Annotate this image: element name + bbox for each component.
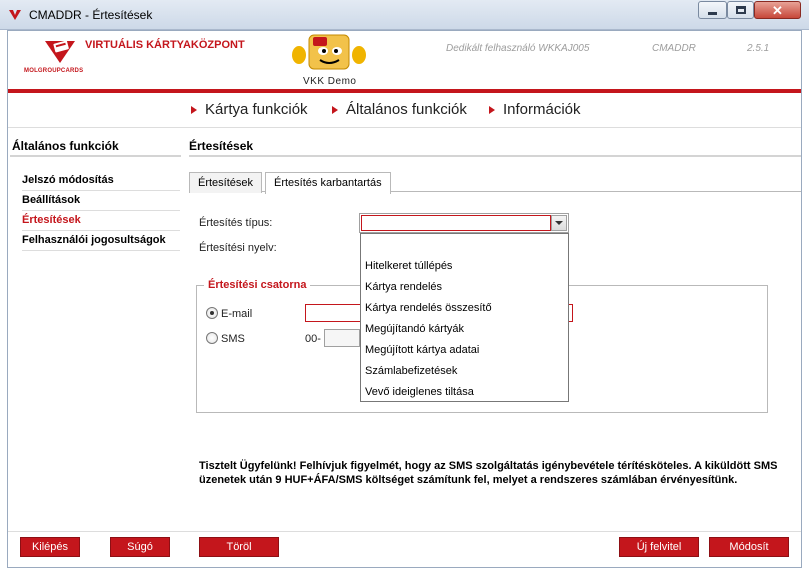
triangle-right-icon — [191, 105, 197, 114]
maximize-button[interactable] — [727, 1, 754, 19]
email-label: E-mail — [221, 308, 253, 320]
dropdown-option[interactable] — [361, 234, 568, 255]
version-label: 2.5.1 — [747, 43, 770, 54]
channel-legend: Értesítési csatorna — [204, 279, 311, 291]
minimize-icon — [708, 11, 717, 15]
help-button[interactable]: Súgó — [110, 537, 170, 557]
sms-prefix: 00- — [305, 333, 321, 345]
maximize-icon — [735, 6, 746, 14]
user-label: Dedikált felhasználó WKKAJ005 — [446, 43, 590, 54]
mascot-image — [292, 34, 366, 70]
top-navigation: Kártya funkciók Általános funkciók Infor… — [8, 93, 801, 127]
nav-card-functions[interactable]: Kártya funkciók — [191, 101, 308, 118]
sidebar-item-password[interactable]: Jelszó módosítás — [22, 171, 180, 191]
app-code: CMADDR — [652, 43, 696, 54]
tab-bar: Értesítések Értesítés karbantartás — [189, 170, 801, 194]
footer-divider — [8, 531, 801, 532]
new-entry-button[interactable]: Új felvitel — [619, 537, 699, 557]
notification-type-dropdown: Hitelkeret túllépés Kártya rendelés Kárt… — [360, 233, 569, 402]
nav-divider — [8, 127, 801, 128]
molgroup-logo — [45, 40, 75, 63]
nav-label: Általános funkciók — [346, 101, 467, 118]
dropdown-option[interactable]: Kártya rendelés összesítő — [361, 297, 568, 318]
window-title: CMADDR - Értesítések — [29, 8, 153, 22]
sms-field[interactable] — [324, 329, 360, 347]
email-radio[interactable] — [206, 307, 218, 319]
page-title: Értesítések — [189, 135, 801, 157]
dropdown-option[interactable]: Vevő ideiglenes tiltása — [361, 381, 568, 402]
brand-title: VIRTUÁLIS KÁRTYAKÖZPONT — [85, 39, 245, 51]
sidebar-item-notifications[interactable]: Értesítések — [22, 211, 180, 231]
triangle-right-icon — [332, 105, 338, 114]
modify-button[interactable]: Módosít — [709, 537, 789, 557]
app-header: MOLGROUPCARDS VIRTUÁLIS KÁRTYAKÖZPONT VK… — [8, 31, 801, 89]
tab-notification-maintenance[interactable]: Értesítés karbantartás — [265, 172, 391, 194]
delete-button[interactable]: Töröl — [199, 537, 279, 557]
sidebar-item-permissions[interactable]: Felhasználói jogosultságok — [22, 231, 180, 251]
mascot-caption: VKK Demo — [303, 76, 357, 87]
sidebar-title: Általános funkciók — [10, 135, 181, 157]
app-frame: MOLGROUPCARDS VIRTUÁLIS KÁRTYAKÖZPONT VK… — [7, 30, 802, 568]
minimize-button[interactable] — [698, 1, 727, 19]
dropdown-option[interactable]: Megújított kártya adatai — [361, 339, 568, 360]
close-icon: ✕ — [772, 2, 783, 18]
sms-notice: Tisztelt Ügyfelünk! Felhívjuk figyelmét,… — [199, 460, 778, 486]
nav-information[interactable]: Információk — [489, 101, 581, 118]
nav-label: Információk — [503, 101, 581, 118]
dropdown-option[interactable]: Hitelkeret túllépés — [361, 255, 568, 276]
logo-caption: MOLGROUPCARDS — [24, 68, 84, 74]
triangle-right-icon — [489, 105, 495, 114]
logout-button[interactable]: Kilépés — [20, 537, 80, 557]
app-icon — [9, 10, 21, 20]
close-button[interactable]: ✕ — [754, 1, 801, 19]
nav-label: Kártya funkciók — [205, 101, 308, 118]
tab-notifications[interactable]: Értesítések — [189, 172, 263, 193]
sms-radio[interactable] — [206, 332, 218, 344]
sidebar-menu: Jelszó módosítás Beállítások Értesítések… — [22, 171, 180, 251]
sidebar-item-settings[interactable]: Beállítások — [22, 191, 180, 211]
nav-general-functions[interactable]: Általános funkciók — [332, 101, 467, 118]
chevron-down-icon — [555, 221, 563, 225]
sms-label: SMS — [221, 333, 245, 345]
dropdown-option[interactable]: Megújítandó kártyák — [361, 318, 568, 339]
language-label: Értesítési nyelv: — [199, 242, 277, 254]
notification-type-select[interactable] — [359, 213, 569, 233]
window-titlebar: CMADDR - Értesítések ✕ — [0, 0, 809, 30]
dropdown-option[interactable]: Számlabefizetések — [361, 360, 568, 381]
notification-type-value — [361, 215, 551, 231]
type-label: Értesítés típus: — [199, 217, 273, 229]
dropdown-option[interactable]: Kártya rendelés — [361, 276, 568, 297]
dropdown-button[interactable] — [551, 215, 567, 231]
